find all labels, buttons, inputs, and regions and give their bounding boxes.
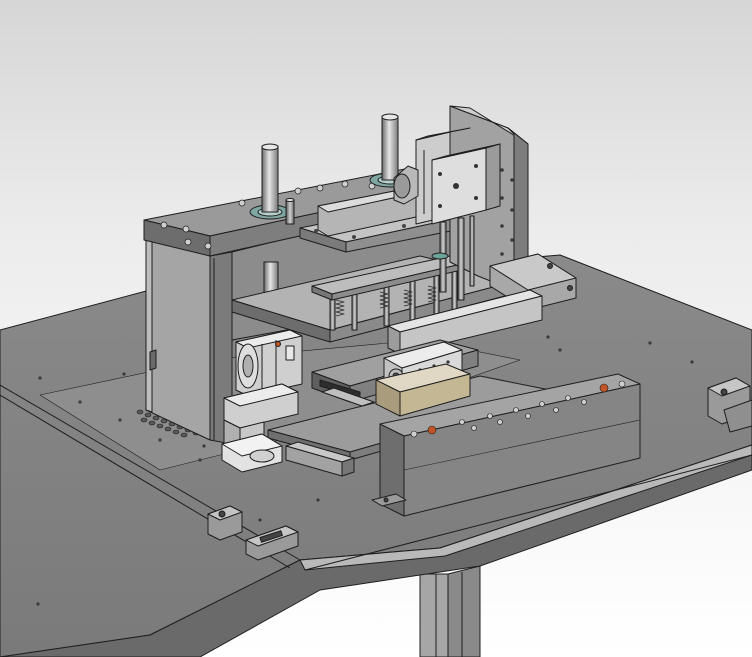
table-legs	[419, 565, 481, 657]
small-support-post	[149, 349, 157, 371]
cad-viewport[interactable]	[0, 0, 752, 657]
small-pin	[285, 198, 295, 225]
air-cylinder-left[interactable]	[235, 329, 303, 397]
machine-model-render[interactable]	[0, 0, 752, 657]
